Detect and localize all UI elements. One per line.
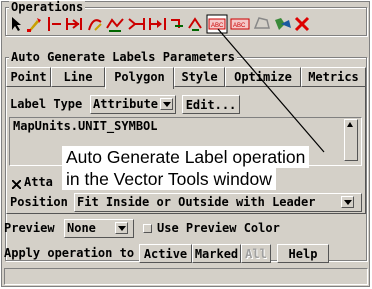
callout-text-line-2: in the Vector Tools window bbox=[62, 168, 276, 190]
callout-text-line-1: Auto Generate Label operation bbox=[62, 146, 310, 168]
callout-leader-line bbox=[217, 28, 325, 153]
